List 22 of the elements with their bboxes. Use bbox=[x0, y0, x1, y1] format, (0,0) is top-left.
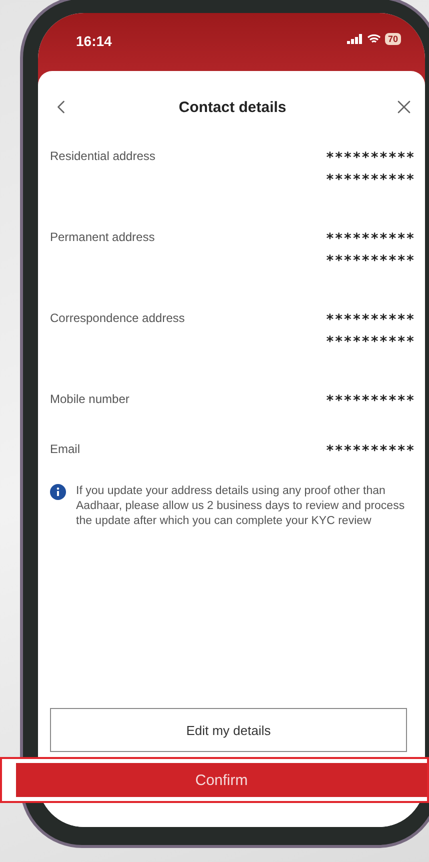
masked-value: ********** bbox=[326, 230, 415, 248]
battery-indicator: 70 bbox=[384, 33, 401, 45]
field-label: Mobile number bbox=[50, 392, 130, 406]
masked-value: ********** bbox=[326, 149, 415, 167]
edit-details-button[interactable]: Edit my details bbox=[50, 708, 407, 752]
confirm-button[interactable]: Confirm bbox=[16, 763, 427, 797]
info-message: If you update your address details using any proof other than Aadhaar, please allow us 2 business days to review and process the update after which you can complete your KYC review bbox=[76, 484, 406, 529]
masked-value: ********** bbox=[326, 392, 415, 410]
status-time: 16:14 bbox=[76, 33, 112, 49]
field-label: Permanent address bbox=[50, 230, 155, 244]
info-icon bbox=[50, 484, 66, 500]
wifi-icon bbox=[366, 34, 381, 44]
field-label: Email bbox=[50, 442, 80, 456]
signal-icon bbox=[346, 34, 363, 44]
field-label: Correspondence address bbox=[50, 311, 185, 325]
masked-value: ********** bbox=[326, 252, 415, 270]
page-title: Contact details bbox=[178, 98, 286, 116]
field-label: Residential address bbox=[50, 149, 156, 163]
masked-value: ********** bbox=[326, 333, 415, 351]
masked-value: ********** bbox=[326, 311, 415, 329]
masked-value: ********** bbox=[326, 442, 415, 460]
masked-value: ********** bbox=[326, 171, 415, 189]
